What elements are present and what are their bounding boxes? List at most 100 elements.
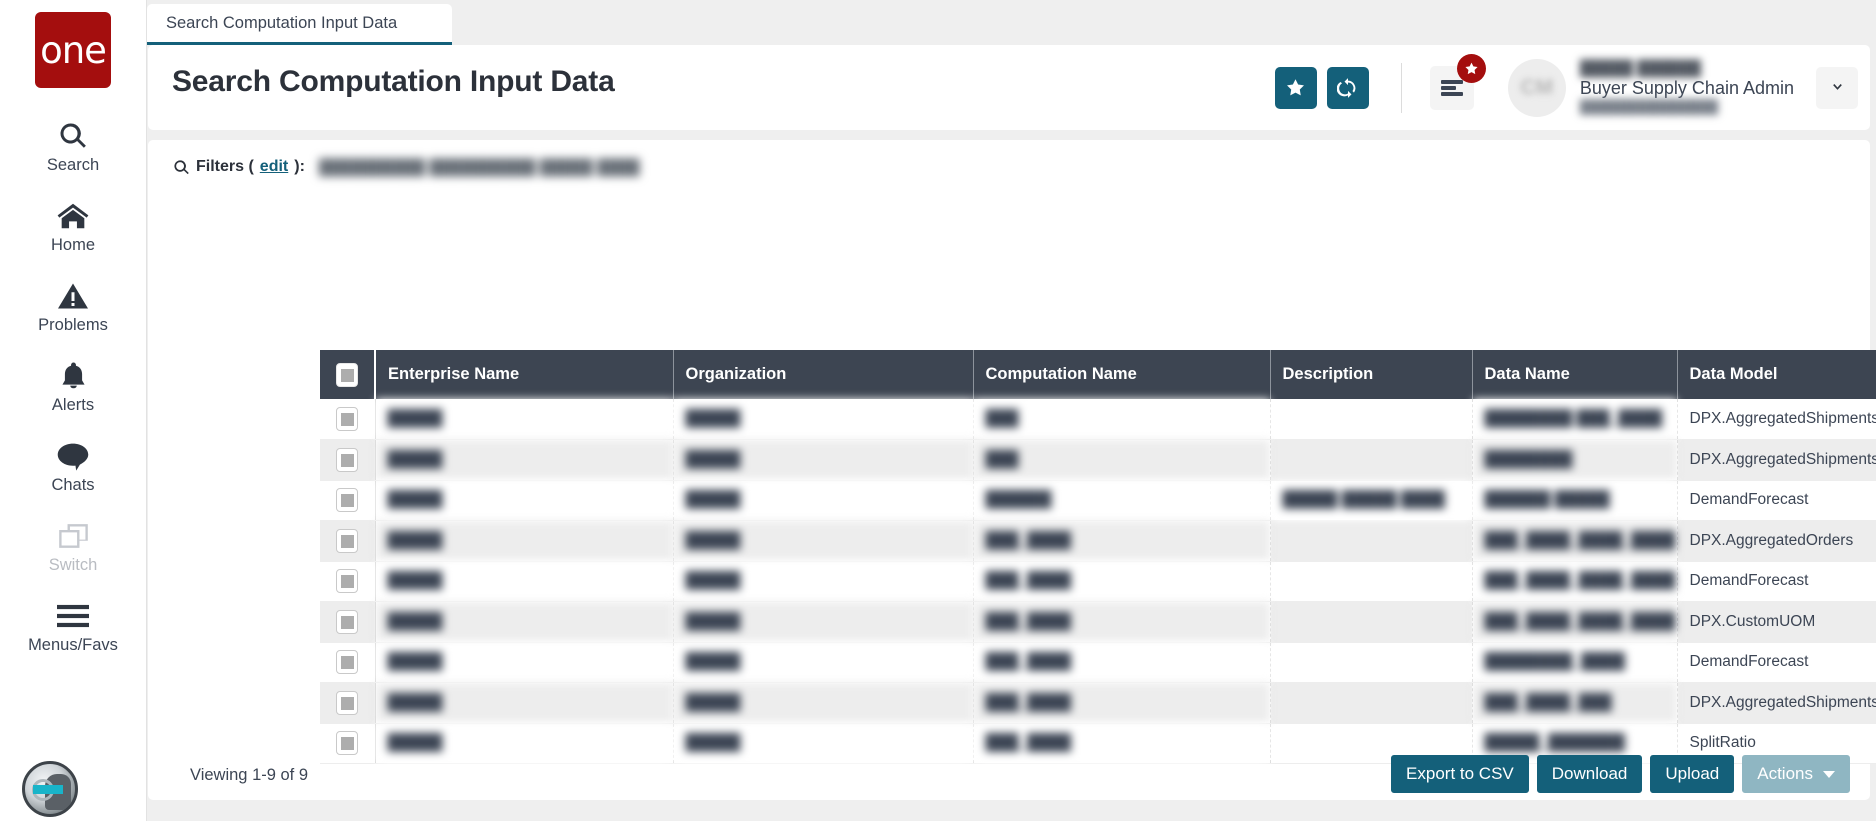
cell-description <box>1270 561 1472 602</box>
sidebar-item-chats[interactable]: Chats <box>0 426 146 506</box>
cell-enterprise-name: █████ <box>375 561 673 602</box>
table-header-row: Enterprise Name Organization Computation… <box>320 350 1876 399</box>
avatar: CM <box>1508 59 1566 117</box>
record-count-label: Viewing 1-9 of 9 <box>190 766 308 785</box>
select-all-checkbox[interactable] <box>336 363 358 387</box>
list-menu-icon <box>1441 78 1463 98</box>
cell-data-name: ███_████_███ <box>1472 683 1677 724</box>
filters-label: Filters ( <box>196 158 254 176</box>
cell-computation-name: ███_████ <box>973 561 1270 602</box>
cell-data-model: DPX.CustomUOM <box>1677 602 1876 643</box>
sidebar-item-alerts[interactable]: Alerts <box>0 346 146 426</box>
sidebar-item-menus-favs[interactable]: Menus/Favs <box>0 586 146 666</box>
row-select-cell <box>320 723 375 764</box>
favorite-button[interactable] <box>1275 67 1317 109</box>
cell-enterprise-name: █████ <box>375 602 673 643</box>
logo-text: one <box>40 32 106 69</box>
cell-organization: █████ <box>673 521 973 562</box>
row-checkbox[interactable] <box>336 529 358 553</box>
cell-organization: █████ <box>673 440 973 481</box>
star-icon <box>1285 77 1306 98</box>
cell-description <box>1270 521 1472 562</box>
row-select-cell <box>320 561 375 602</box>
row-checkbox[interactable] <box>336 731 358 755</box>
table-header: Enterprise Name Organization Computation… <box>320 350 1876 399</box>
table-row[interactable]: █████████████_███████_████_████_████DPX.… <box>320 521 1876 562</box>
cell-data-model: DPX.AggregatedShipments <box>1677 399 1876 440</box>
row-checkbox[interactable] <box>336 650 358 674</box>
row-select-cell <box>320 399 375 440</box>
cell-data-name: ██████ █████ <box>1472 480 1677 521</box>
export-to-csv-button[interactable]: Export to CSV <box>1391 755 1529 793</box>
column-header-data-model[interactable]: Data Model <box>1677 350 1876 399</box>
cell-computation-name: ██████ <box>973 480 1270 521</box>
cell-data-model: DPX.AggregatedShipments <box>1677 683 1876 724</box>
cell-enterprise-name: █████ <box>375 683 673 724</box>
cell-data-model: DemandForecast <box>1677 561 1876 602</box>
row-checkbox[interactable] <box>336 488 358 512</box>
table-row[interactable]: █████████████████████ █████ ██████████ █… <box>320 480 1876 521</box>
table-row[interactable]: █████████████████████DPX.AggregatedShipm… <box>320 440 1876 481</box>
column-header-data-name[interactable]: Data Name <box>1472 350 1677 399</box>
row-checkbox[interactable] <box>336 407 358 431</box>
sidebar-item-label: Menus/Favs <box>28 637 118 654</box>
table-row[interactable]: █████████████_████████████_████DemandFor… <box>320 642 1876 683</box>
row-checkbox[interactable] <box>336 610 358 634</box>
sidebar-item-label: Search <box>47 157 99 174</box>
cell-data-model: DemandForecast <box>1677 480 1876 521</box>
ai-assistant-avatar-icon[interactable] <box>22 761 78 817</box>
cell-data-name: ███_████_████_████ <box>1472 602 1677 643</box>
refresh-icon <box>1337 77 1359 99</box>
user-role: Buyer Supply Chain Admin <box>1580 77 1794 99</box>
column-header-enterprise-name[interactable]: Enterprise Name <box>375 350 673 399</box>
left-sidebar: one Search Home Problems <box>0 0 147 821</box>
footer-actions: Export to CSV Download Upload Actions <box>1391 755 1850 793</box>
cell-computation-name: ███_████ <box>973 683 1270 724</box>
table-row[interactable]: █████████████_███████_████_████_████Dema… <box>320 561 1876 602</box>
results-table-scroll-area[interactable]: Enterprise Name Organization Computation… <box>320 350 1876 821</box>
cell-organization: █████ <box>673 723 973 764</box>
table-row[interactable]: █████████████_███████_████_████_████DPX.… <box>320 602 1876 643</box>
upload-button[interactable]: Upload <box>1650 755 1734 793</box>
sidebar-item-search[interactable]: Search <box>0 106 146 186</box>
sidebar-item-problems[interactable]: Problems <box>0 266 146 346</box>
table-row[interactable]: █████████████████████ ███_████DPX.Aggreg… <box>320 399 1876 440</box>
status-badge <box>1457 54 1486 83</box>
column-header-description[interactable]: Description <box>1270 350 1472 399</box>
list-menu-button[interactable] <box>1430 66 1474 110</box>
cell-description <box>1270 399 1472 440</box>
sidebar-item-switch[interactable]: Switch <box>0 506 146 586</box>
column-header-organization[interactable]: Organization <box>673 350 973 399</box>
sidebar-item-label: Alerts <box>52 397 94 414</box>
row-checkbox[interactable] <box>336 569 358 593</box>
row-checkbox[interactable] <box>336 448 358 472</box>
one-network-logo[interactable]: one <box>35 12 111 88</box>
cell-organization: █████ <box>673 399 973 440</box>
row-select-cell <box>320 521 375 562</box>
hamburger-icon <box>57 598 89 634</box>
cell-enterprise-name: █████ <box>375 723 673 764</box>
download-button[interactable]: Download <box>1537 755 1643 793</box>
sidebar-item-home[interactable]: Home <box>0 186 146 266</box>
cell-computation-name: ███_████ <box>973 642 1270 683</box>
cell-computation-name: ███_████ <box>973 602 1270 643</box>
cell-data-name: ████████_████ <box>1472 642 1677 683</box>
warning-icon <box>58 278 88 314</box>
table-row[interactable]: █████████████_███████_████_███DPX.Aggreg… <box>320 683 1876 724</box>
chat-icon <box>57 438 89 474</box>
tab-search-computation-input-data[interactable]: Search Computation Input Data <box>147 4 452 45</box>
filters-edit-link[interactable]: edit <box>260 158 288 176</box>
actions-button[interactable]: Actions <box>1742 755 1850 793</box>
app-root: one Search Home Problems <box>0 0 1876 821</box>
refresh-button[interactable] <box>1327 67 1369 109</box>
cell-data-model: DPX.AggregatedOrders <box>1677 521 1876 562</box>
column-header-computation-name[interactable]: Computation Name <box>973 350 1270 399</box>
cell-enterprise-name: █████ <box>375 440 673 481</box>
user-menu-toggle[interactable] <box>1816 67 1858 109</box>
search-icon <box>173 159 190 176</box>
page-title: Search Computation Input Data <box>172 65 615 99</box>
row-select-cell <box>320 440 375 481</box>
user-menu[interactable]: CM █████ ██████ Buyer Supply Chain Admin… <box>1508 59 1794 117</box>
row-checkbox[interactable] <box>336 691 358 715</box>
sidebar-item-label: Chats <box>51 477 94 494</box>
